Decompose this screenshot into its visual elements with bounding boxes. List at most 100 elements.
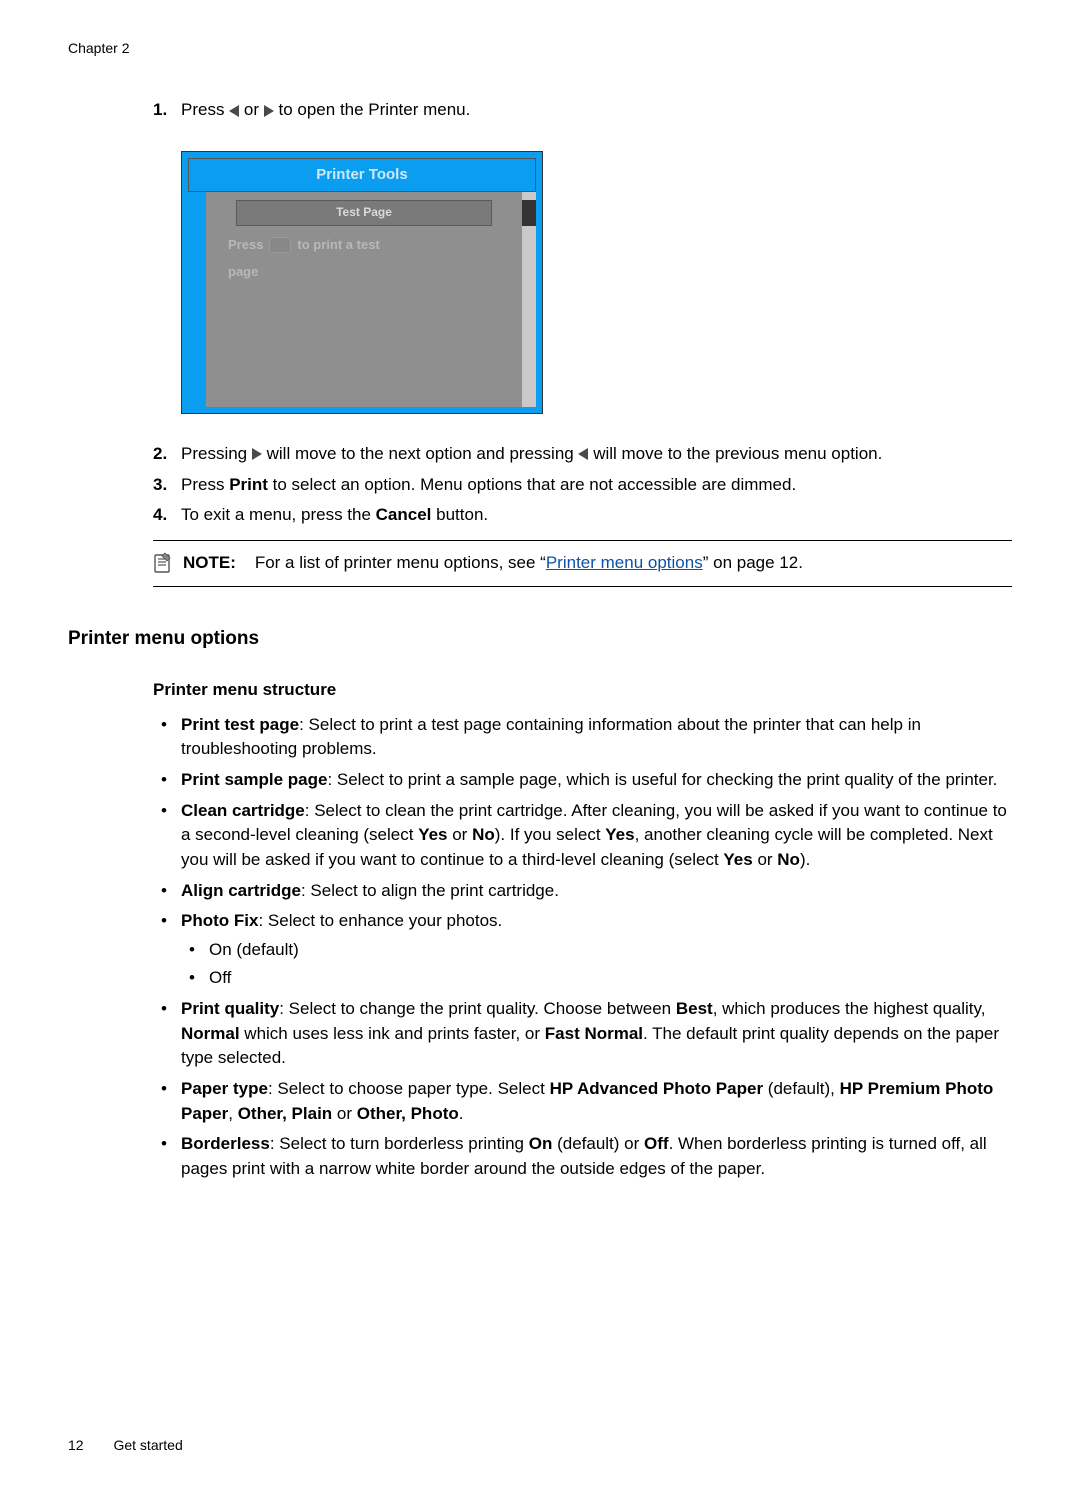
step-1-text-b: or (244, 100, 264, 119)
print-mini-icon (269, 237, 291, 253)
main-content: Press or to open the Printer menu. Print… (153, 98, 1012, 586)
page-number: 12 (68, 1437, 84, 1453)
menu-structure-list: Print test page: Select to print a test … (153, 713, 1012, 1182)
t: , which produces the highest quality, (713, 999, 986, 1018)
t: , (228, 1104, 237, 1123)
opt-paper-type: Paper type: Select to choose paper type.… (153, 1077, 1012, 1126)
printer-menu-options-link[interactable]: Printer menu options (546, 553, 703, 572)
printer-screen-line1b: to print a test (297, 236, 379, 255)
right-arrow-icon (252, 448, 262, 460)
note-text: NOTE: For a list of printer menu options… (183, 551, 803, 576)
step-4: To exit a menu, press the Cancel button. (153, 503, 1012, 528)
opt-name: Photo Fix (181, 911, 258, 930)
step-4-text-a: To exit a menu, press the (181, 505, 376, 524)
sub-heading-structure: Printer menu structure (153, 678, 1012, 703)
t: or (753, 850, 778, 869)
printer-screen-title: Printer Tools (188, 158, 536, 192)
step-4-bold-cancel: Cancel (376, 505, 432, 524)
left-arrow-icon (229, 105, 239, 117)
t: : Select to choose paper type. Select (268, 1079, 550, 1098)
b: No (777, 850, 800, 869)
opt-desc: : Select to print a sample page, which i… (327, 770, 997, 789)
photo-fix-on: On (default) (181, 938, 1012, 963)
step-1-text-a: Press (181, 100, 229, 119)
b: No (472, 825, 495, 844)
b: On (529, 1134, 553, 1153)
note-icon (153, 552, 173, 574)
opt-desc: : Select to enhance your photos. (258, 911, 502, 930)
b: HP Advanced Photo Paper (550, 1079, 764, 1098)
section-heading-printer-menu-options: Printer menu options (68, 625, 1012, 653)
footer-section: Get started (113, 1437, 182, 1453)
note-body-before: For a list of printer menu options, see (255, 553, 540, 572)
t: : Select to turn borderless printing (270, 1134, 529, 1153)
printer-screen-inner: Printer Tools Test Page Press to print a… (188, 158, 536, 407)
printer-screen-line1a: Press (228, 236, 263, 255)
b: Yes (605, 825, 634, 844)
right-arrow-icon (264, 105, 274, 117)
t: or (448, 825, 473, 844)
t: : Select to change the print quality. Ch… (279, 999, 676, 1018)
printer-screen-left-stripe (188, 192, 206, 407)
step-2: Pressing will move to the next option an… (153, 442, 1012, 467)
b: Off (644, 1134, 669, 1153)
opt-borderless: Borderless: Select to turn borderless pr… (153, 1132, 1012, 1181)
step-3-bold-print: Print (229, 475, 268, 494)
section-body: Printer menu structure Print test page: … (153, 678, 1012, 1182)
note-label: NOTE: (183, 553, 236, 572)
printer-screen-body: Test Page Press to print a test page (188, 192, 536, 407)
opt-align-cartridge: Align cartridge: Select to align the pri… (153, 879, 1012, 904)
b: Fast Normal (545, 1024, 643, 1043)
t: ). (800, 850, 810, 869)
step-1-text-c: to open the Printer menu. (279, 100, 471, 119)
page-footer: 12 Get started (68, 1435, 183, 1455)
opt-name: Align cartridge (181, 881, 301, 900)
chapter-label: Chapter 2 (68, 38, 1012, 58)
t: (default), (763, 1079, 840, 1098)
b: Yes (418, 825, 447, 844)
steps-list: Press or to open the Printer menu. Print… (153, 98, 1012, 528)
b: Best (676, 999, 713, 1018)
opt-print-test-page: Print test page: Select to print a test … (153, 713, 1012, 762)
b: Other, Photo (357, 1104, 459, 1123)
opt-name: Paper type (181, 1079, 268, 1098)
printer-screen-line1: Press to print a test (218, 232, 510, 259)
t: (default) or (552, 1134, 644, 1153)
step-2-text-c: will move to the previous menu option. (593, 444, 882, 463)
note-box: NOTE: For a list of printer menu options… (153, 540, 1012, 587)
step-3-text-b: to select an option. Menu options that a… (273, 475, 797, 494)
step-2-text-b: will move to the next option and pressin… (267, 444, 579, 463)
step-3-text-a: Press (181, 475, 229, 494)
opt-name: Clean cartridge (181, 801, 305, 820)
opt-photo-fix: Photo Fix: Select to enhance your photos… (153, 909, 1012, 991)
t: or (332, 1104, 357, 1123)
opt-name: Print test page (181, 715, 299, 734)
photo-fix-off: Off (181, 966, 1012, 991)
t: which uses less ink and prints faster, o… (240, 1024, 545, 1043)
opt-print-sample-page: Print sample page: Select to print a sam… (153, 768, 1012, 793)
printer-screen-center: Test Page Press to print a test page (218, 200, 510, 399)
printer-screen-right-stripe (522, 192, 536, 407)
opt-print-quality: Print quality: Select to change the prin… (153, 997, 1012, 1071)
step-1: Press or to open the Printer menu. Print… (153, 98, 1012, 414)
printer-screen-scroll-mark (522, 200, 536, 226)
step-2-text-a: Pressing (181, 444, 252, 463)
opt-desc: : Select to align the print cartridge. (301, 881, 559, 900)
printer-screen-tab: Test Page (236, 200, 492, 226)
t: ). If you select (495, 825, 606, 844)
opt-name: Borderless (181, 1134, 270, 1153)
opt-name: Print quality (181, 999, 279, 1018)
b: Yes (723, 850, 752, 869)
note-body-after: on page 12. (708, 553, 803, 572)
printer-screen-figure: Printer Tools Test Page Press to print a… (181, 151, 543, 414)
b: Normal (181, 1024, 240, 1043)
photo-fix-sublist: On (default) Off (181, 938, 1012, 991)
opt-name: Print sample page (181, 770, 327, 789)
printer-screen-line2: page (218, 259, 510, 286)
step-3: Press Print to select an option. Menu op… (153, 473, 1012, 498)
left-arrow-icon (578, 448, 588, 460)
opt-clean-cartridge: Clean cartridge: Select to clean the pri… (153, 799, 1012, 873)
b: Other, Plain (238, 1104, 332, 1123)
step-4-text-b: button. (436, 505, 488, 524)
t: . (459, 1104, 464, 1123)
